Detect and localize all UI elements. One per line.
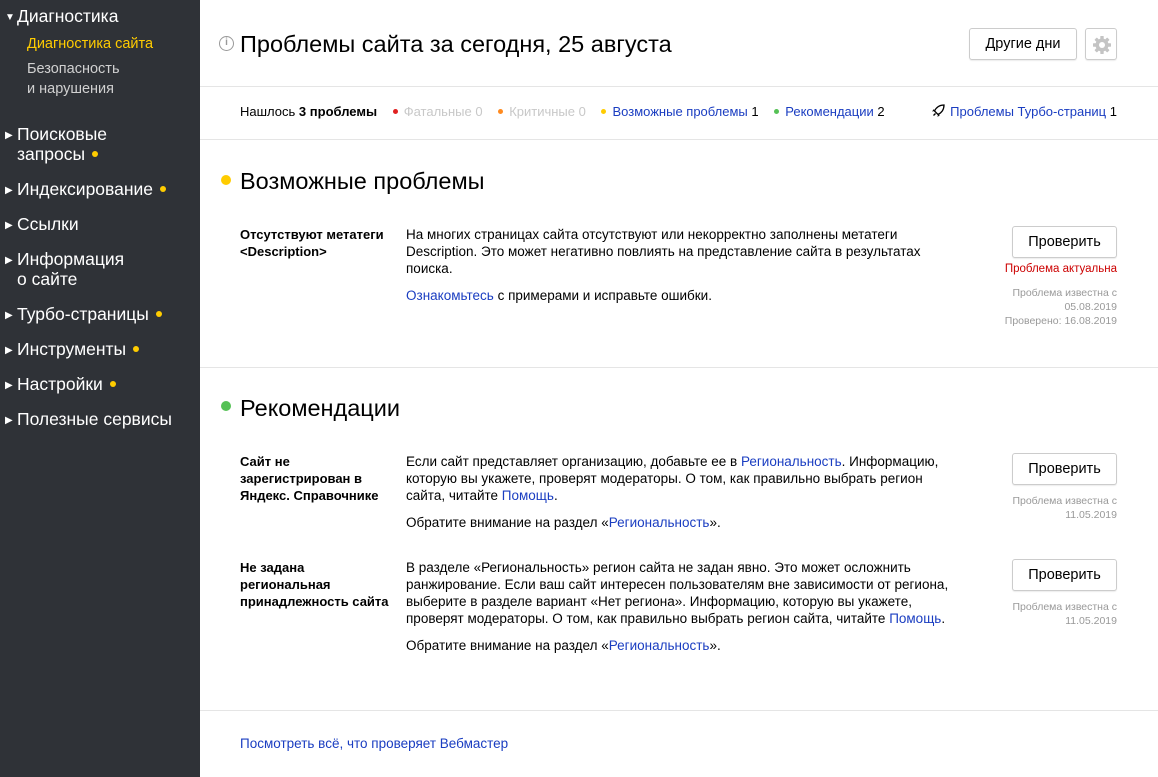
- yellow-dot-icon: [221, 175, 231, 185]
- status-badge: Проблема актуальна: [1004, 263, 1117, 275]
- issue-description: На многих страницах сайта отсутствуют ил…: [406, 227, 921, 303]
- gear-icon: [1093, 36, 1111, 54]
- help-link[interactable]: Помощь: [889, 611, 941, 626]
- help-link[interactable]: Помощь: [502, 488, 554, 503]
- section-title-recommendations: Рекомендации: [240, 395, 401, 421]
- sidebar-subitem-security[interactable]: Безопасность и нарушения: [27, 59, 120, 99]
- sidebar-item-tools[interactable]: ▶ Инструменты: [5, 339, 140, 361]
- divider: [200, 367, 1158, 368]
- issue-name: Не задана региональная принадлежность са…: [240, 560, 389, 609]
- warning-dot-icon: [160, 186, 167, 192]
- sidebar-item-useful-services[interactable]: ▶ Полезные сервисы: [5, 409, 172, 431]
- page-title: Проблемы сайта за сегодня, 25 августа: [240, 31, 672, 57]
- regionality-link[interactable]: Региональность: [741, 454, 842, 469]
- triangle-right-icon: ▶: [5, 255, 13, 266]
- filter-possible[interactable]: Возможные проблемы 1: [601, 104, 759, 119]
- red-dot-icon: [392, 109, 398, 114]
- triangle-right-icon: ▶: [5, 380, 13, 391]
- issue-meta: Проблема известна с 11.05.2019: [1012, 601, 1117, 627]
- triangle-right-icon: ▶: [5, 220, 13, 231]
- problems-summary: Нашлось 3 проблемы Фатальные 0 Критичные…: [200, 88, 1158, 140]
- warning-dot-icon: [133, 346, 140, 352]
- sidebar-item-site-info[interactable]: ▶ Информация о сайте: [5, 249, 124, 289]
- section-title-possible: Возможные проблемы: [240, 168, 485, 194]
- issue-name: Отсутствуют метатеги <Description>: [240, 227, 384, 259]
- sidebar-item-links[interactable]: ▶ Ссылки: [5, 214, 79, 236]
- orange-dot-icon: [498, 109, 504, 114]
- main-content: i Проблемы сайта за сегодня, 25 августа …: [200, 0, 1158, 777]
- green-dot-icon: [774, 109, 780, 114]
- divider: [200, 710, 1158, 711]
- issue-name: Сайт не зарегистрирован в Яндекс. Справо…: [240, 454, 379, 503]
- warning-dot-icon: [155, 311, 162, 317]
- settings-button[interactable]: [1085, 28, 1117, 60]
- rocket-icon: [932, 104, 945, 117]
- filter-fatal: Фатальные 0: [392, 104, 483, 119]
- learn-more-link[interactable]: Ознакомьтесь: [406, 288, 494, 303]
- sidebar: ▼ Диагностика Диагностика сайта Безопасно…: [0, 0, 200, 777]
- issue-meta: Проблема известна с 05.08.2019 Проверено…: [1004, 287, 1117, 327]
- check-button[interactable]: Проверить: [1012, 226, 1117, 258]
- info-icon[interactable]: i: [219, 36, 234, 51]
- sidebar-subitem-site-diagnostics[interactable]: Диагностика сайта: [27, 34, 153, 54]
- triangle-right-icon: ▶: [5, 415, 13, 426]
- turbo-problems[interactable]: Проблемы Турбо-страниц 1: [931, 104, 1117, 119]
- triangle-right-icon: ▶: [5, 130, 13, 141]
- sidebar-item-diagnostics[interactable]: ▼ Диагностика: [5, 6, 118, 28]
- found-count-text: Нашлось 3 проблемы: [240, 104, 378, 119]
- issue-description: В разделе «Региональность» регион сайта …: [406, 560, 949, 653]
- triangle-down-icon: ▼: [5, 12, 15, 23]
- filter-recommendations[interactable]: Рекомендации 2: [774, 104, 885, 119]
- page-header: i Проблемы сайта за сегодня, 25 августа …: [200, 0, 1158, 87]
- triangle-right-icon: ▶: [5, 310, 13, 321]
- sidebar-item-search-queries[interactable]: ▶ Поисковые запросы: [5, 124, 107, 164]
- view-all-checks-link[interactable]: Посмотреть всё, что проверяет Вебмастер: [240, 736, 508, 751]
- warning-dot-icon: [109, 381, 116, 387]
- regionality-link[interactable]: Региональность: [609, 638, 710, 653]
- issue-description: Если сайт представляет организацию, доба…: [406, 454, 939, 530]
- issue-meta: Проблема известна с 11.05.2019: [1012, 495, 1117, 521]
- triangle-right-icon: ▶: [5, 345, 13, 356]
- sidebar-item-indexing[interactable]: ▶ Индексирование: [5, 179, 167, 201]
- check-button[interactable]: Проверить: [1012, 453, 1117, 485]
- warning-dot-icon: [92, 151, 99, 157]
- green-dot-icon: [221, 401, 231, 411]
- sidebar-item-settings[interactable]: ▶ Настройки: [5, 374, 116, 396]
- triangle-right-icon: ▶: [5, 185, 13, 196]
- filter-critical: Критичные 0: [498, 104, 586, 119]
- sidebar-item-turbo-pages[interactable]: ▶ Турбо-страницы: [5, 304, 162, 326]
- yellow-dot-icon: [601, 109, 607, 114]
- check-button[interactable]: Проверить: [1012, 559, 1117, 591]
- other-days-button[interactable]: Другие дни: [969, 28, 1077, 60]
- regionality-link[interactable]: Региональность: [609, 515, 710, 530]
